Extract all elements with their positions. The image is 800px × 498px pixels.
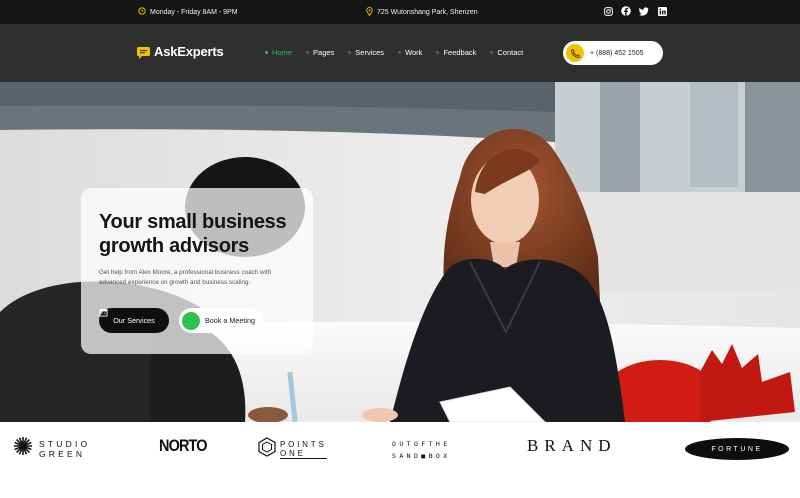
top-info-bar: Monday - Friday 8AM - 9PM 725 Wutonshang…	[0, 0, 800, 24]
brand-logo-text: POINTS	[280, 440, 327, 449]
nav-bullet	[265, 51, 268, 54]
brand-logo-text: STUDIO	[39, 438, 91, 449]
nav-item-pages[interactable]: Pages	[306, 48, 334, 57]
brand-logo-fortune: FORTUNE	[685, 438, 789, 460]
logo[interactable]: AskExperts	[137, 44, 224, 59]
brand-logo-text: OUTOFTHE	[392, 440, 451, 448]
hero-card: Your small business growth advisors Get …	[81, 188, 313, 354]
brand-logo-text: GREEN	[39, 448, 86, 459]
nav-bullet	[398, 51, 402, 54]
twitter-icon[interactable]	[639, 6, 649, 16]
book-meeting-label: Book a Meeting	[205, 316, 255, 325]
opening-hours-text: Monday - Friday 8AM - 9PM	[150, 8, 238, 16]
nav-bullet	[306, 51, 310, 54]
brand-logo-points-one: POINTS ONE	[258, 437, 327, 462]
linkedin-icon[interactable]	[657, 6, 667, 16]
address-text: 725 Wutonshang Park, Shenzen	[377, 9, 478, 16]
nav-label: Work	[405, 48, 423, 57]
brand-logo-studio-green: STUDIO GREEN	[13, 436, 90, 461]
phone-button[interactable]: + (888) 452 1505	[563, 41, 663, 65]
brand-logo-text: SAND■BOX	[392, 452, 451, 460]
nav-bullet	[348, 51, 352, 54]
nav-item-work[interactable]: Work	[398, 48, 422, 57]
nav-bullet	[490, 51, 494, 54]
nav-label: Home	[272, 48, 293, 57]
nav-item-feedback[interactable]: Feedback	[436, 48, 476, 57]
social-links	[603, 6, 667, 16]
brand-logo-text: ONE	[280, 449, 327, 459]
chat-bubble-logo-icon	[137, 46, 150, 59]
facebook-icon[interactable]	[621, 6, 631, 16]
hero-subtitle: Get help from Alex Moore, a professional…	[99, 269, 272, 286]
calendar-icon	[99, 309, 200, 330]
main-nav: Home Pages Services Work Feedback Contac…	[265, 48, 537, 57]
client-logos: STUDIO GREEN NORTO POINTS ONE OUTOFTHE S…	[0, 422, 800, 498]
our-services-button[interactable]: Our Services	[99, 308, 169, 333]
our-services-label: Our Services	[113, 316, 155, 325]
hero-actions: Our Services Book a Meeting	[99, 308, 263, 333]
opening-hours: Monday - Friday 8AM - 9PM	[138, 7, 238, 17]
nav-label: Pages	[313, 48, 335, 57]
brand-name: AskExperts	[154, 44, 224, 59]
nav-label: Services	[355, 48, 385, 57]
location-pin-icon	[366, 7, 373, 18]
book-meeting-button[interactable]: Book a Meeting	[99, 308, 263, 333]
nav-item-contact[interactable]: Contact	[490, 48, 523, 57]
nav-label: Contact	[497, 48, 524, 57]
phone-number: + (888) 452 1505	[590, 49, 644, 57]
nav-item-home[interactable]: Home	[265, 48, 292, 57]
brand-logo-text: FORTUNE	[711, 445, 763, 453]
nav-bullet	[436, 51, 440, 54]
phone-icon	[566, 44, 584, 62]
main-header: AskExperts Home Pages Services Work Feed…	[0, 24, 800, 82]
hero-section: Your small business growth advisors Get …	[0, 82, 800, 422]
hero-title: Your small business growth advisors	[99, 211, 287, 257]
brand-logo-brand: BRAND	[527, 436, 617, 455]
instagram-icon[interactable]	[603, 6, 613, 16]
starburst-icon	[13, 436, 33, 461]
nav-item-services[interactable]: Services	[348, 48, 384, 57]
brand-logo-norto: NORTO	[159, 436, 208, 455]
brand-logo-sandbox: OUTOFTHE SAND■BOX	[392, 438, 451, 462]
nav-label: Feedback	[443, 48, 477, 57]
clock-icon	[138, 7, 146, 17]
address: 725 Wutonshang Park, Shenzen	[366, 7, 478, 18]
hexagon-icon	[258, 437, 276, 462]
